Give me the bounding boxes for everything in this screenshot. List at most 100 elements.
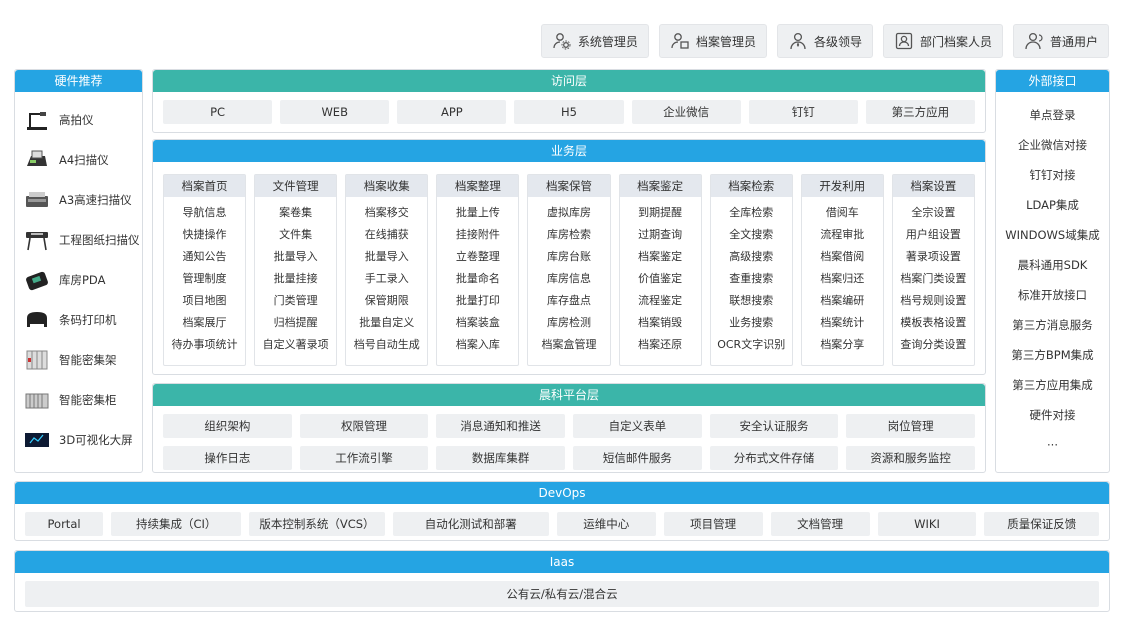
business-module: 档案设置 全宗设置 用户组设置 著录项设置 档案门类设置 档号规则设置 模板表格设置 查询分类… <box>891 174 975 366</box>
user-icon <box>1025 32 1043 50</box>
business-function-item: 批量打印 <box>455 294 500 307</box>
hardware-label: 工程图纸扫描仪 <box>59 233 140 247</box>
devops-items: Portal 持续集成（CI） 版本控制系统（VCS） 自动化测试和部署 运维中心 项目管… <box>15 504 1109 536</box>
access-item-web: WEB <box>280 100 390 124</box>
business-module-list: 案卷集 文件集 批量导入 批量挂接 门类管理 归档提醒 自定义著录项 <box>255 197 336 356</box>
iaas-cloud-item: 公有云/私有云/混合云 <box>25 581 1099 607</box>
archive-admin-icon <box>671 33 689 49</box>
document-camera-icon <box>23 107 51 133</box>
devops-item: 文档管理 <box>770 512 870 536</box>
business-function-item: 联想搜索 <box>729 294 774 307</box>
business-function-item: 案卷集 <box>279 206 313 219</box>
platform-service-item: 工作流引擎 <box>299 446 429 470</box>
business-function-item: 全文搜索 <box>729 228 774 241</box>
platform-service-item: 数据库集群 <box>436 446 565 470</box>
business-function-item: 档案鉴定 <box>638 250 683 263</box>
business-function-item: 管理制度 <box>182 272 227 285</box>
business-function-item: 批量自定义 <box>359 316 415 329</box>
devops-item: 持续集成（CI） <box>111 512 242 536</box>
business-function-item: 快捷操作 <box>182 228 227 241</box>
a4-scanner-icon <box>23 147 51 173</box>
big-screen-icon <box>23 427 51 453</box>
business-function-item: 手工录入 <box>364 272 409 285</box>
external-interface-item: WINDOWS域集成 <box>1005 228 1100 242</box>
business-module: 档案保管 虚拟库房 库房检索 库房台账 库房信息 库存盘点 库房检测 档案盒管理 <box>527 174 611 366</box>
business-function-item: 档案展厅 <box>182 316 227 329</box>
external-interface-item: 第三方BPM集成 <box>1011 348 1094 362</box>
role-leader: 各级领导 <box>776 24 873 58</box>
business-function-item: 档案借阅 <box>820 250 865 263</box>
business-function-item: 通知公告 <box>182 250 227 263</box>
iaas-layer: Iaas 公有云/私有云/混合云 <box>14 550 1110 612</box>
external-list: 单点登录 企业微信对接 钉钉对接 LDAP集成 WINDOWS域集成 晨科通用SDK 标准开… <box>996 92 1109 460</box>
hardware-label: 条码打印机 <box>59 313 117 327</box>
platform-service-item: 分布式文件存储 <box>709 446 839 470</box>
hardware-panel: 硬件推荐 高拍仪 A4扫描仪 A3高速扫描仪 工程图纸扫描仪 库房PDA 条码打… <box>14 69 143 473</box>
business-function-item: 归档提醒 <box>273 316 318 329</box>
hardware-item: 3D可视化大屏 <box>15 420 142 460</box>
devops-item: 项目管理 <box>663 512 763 536</box>
platform-service-item: 消息通知和推送 <box>436 414 565 438</box>
business-function-item: 在线捕获 <box>364 228 409 241</box>
business-function-item: 档案分享 <box>820 338 865 351</box>
hardware-label: 3D可视化大屏 <box>59 433 133 447</box>
platform-layer: 晨科平台层 组织架构 权限管理 消息通知和推送 自定义表单 安全认证服务 岗位管理 操作日志… <box>152 383 986 473</box>
platform-service-item: 短信邮件服务 <box>573 446 702 470</box>
business-function-item: 到期提醒 <box>638 206 683 219</box>
business-module-list: 全库检索 全文搜索 高级搜索 查重搜索 联想搜索 业务搜索 OCR文字识别 <box>711 197 792 356</box>
business-module-title: 档案整理 <box>437 175 519 197</box>
access-layer: 访问层 PC WEB APP H5 企业微信 钉钉 第三方应用 <box>152 69 986 133</box>
business-module-list: 批量上传 挂接附件 立卷整理 批量命名 批量打印 档案装盒 档案入库 <box>437 197 518 356</box>
business-function-item: 挂接附件 <box>455 228 500 241</box>
devops-item: 自动化测试和部署 <box>392 512 549 536</box>
business-module-title: 档案设置 <box>892 175 974 197</box>
role-label: 各级领导 <box>813 34 862 49</box>
business-function-item: 批量导入 <box>273 250 318 263</box>
external-interface-item: 晨科通用SDK <box>1017 258 1088 272</box>
admin-gear-icon <box>553 33 571 50</box>
external-interface-item: LDAP集成 <box>1026 198 1079 212</box>
plotter-scanner-icon <box>23 227 51 253</box>
business-function-item: 库存盘点 <box>546 294 591 307</box>
external-interface-item: 硬件对接 <box>1029 408 1076 422</box>
business-function-item: 批量导入 <box>364 250 409 263</box>
business-module-list: 导航信息 快捷操作 通知公告 管理制度 项目地图 档案展厅 待办事项统计 <box>164 197 245 356</box>
business-function-item: 查询分类设置 <box>900 338 967 351</box>
business-function-item: 档案编研 <box>820 294 865 307</box>
hardware-label: 智能密集柜 <box>59 393 117 407</box>
business-function-item: 保管期限 <box>364 294 409 307</box>
access-layer-title: 访问层 <box>153 70 985 92</box>
external-title: 外部接口 <box>996 70 1109 92</box>
roles-bar: 系统管理员 档案管理员 各级领导 部门档案人员 普通用户 <box>540 24 1109 58</box>
hardware-item: 智能密集架 <box>15 340 142 380</box>
hardware-label: A4扫描仪 <box>59 153 109 167</box>
hardware-item: A4扫描仪 <box>15 140 142 180</box>
external-interface-item: 单点登录 <box>1029 108 1076 122</box>
business-module: 开发利用 借阅车 流程审批 档案借阅 档案归还 档案编研 档案统计 档案分享 <box>800 174 884 366</box>
devops-item: 运维中心 <box>556 512 656 536</box>
business-function-item: 自定义著录项 <box>262 338 329 351</box>
pda-icon <box>23 267 51 293</box>
business-module-list: 到期提醒 过期查询 档案鉴定 价值鉴定 流程鉴定 档案销毁 档案还原 <box>620 197 701 356</box>
business-function-item: 过期查询 <box>638 228 683 241</box>
business-module-list: 档案移交 在线捕获 批量导入 手工录入 保管期限 批量自定义 档号自动生成 <box>346 197 427 356</box>
external-interface-item: 标准开放接口 <box>1018 288 1087 302</box>
external-interface-item: 第三方应用集成 <box>1012 378 1093 392</box>
devops-item: 版本控制系统（VCS） <box>249 512 385 536</box>
external-interfaces-panel: 外部接口 单点登录 企业微信对接 钉钉对接 LDAP集成 WINDOWS域集成 晨科通用S… <box>995 69 1110 473</box>
business-function-item: OCR文字识别 <box>717 338 786 351</box>
business-function-item: 全库检索 <box>729 206 774 219</box>
business-function-item: 档案门类设置 <box>900 272 967 285</box>
business-function-item: 档号规则设置 <box>900 294 967 307</box>
business-layer: 业务层 档案首页 导航信息 快捷操作 通知公告 管理制度 项目地图 档案展厅 待办事项统计 文件… <box>152 139 986 375</box>
business-function-item: 批量挂接 <box>273 272 318 285</box>
hardware-label: A3高速扫描仪 <box>59 193 132 207</box>
access-item-third-party: 第三方应用 <box>865 100 975 124</box>
business-module-title: 档案首页 <box>164 175 246 197</box>
hardware-label: 智能密集架 <box>59 353 117 367</box>
hardware-item: 工程图纸扫描仪 <box>15 220 142 260</box>
business-function-item: 批量命名 <box>455 272 500 285</box>
business-module-list: 虚拟库房 库房检索 库房台账 库房信息 库存盘点 库房检测 档案盒管理 <box>528 197 609 356</box>
business-function-item: 价值鉴定 <box>638 272 683 285</box>
devops-title: DevOps <box>15 482 1109 504</box>
